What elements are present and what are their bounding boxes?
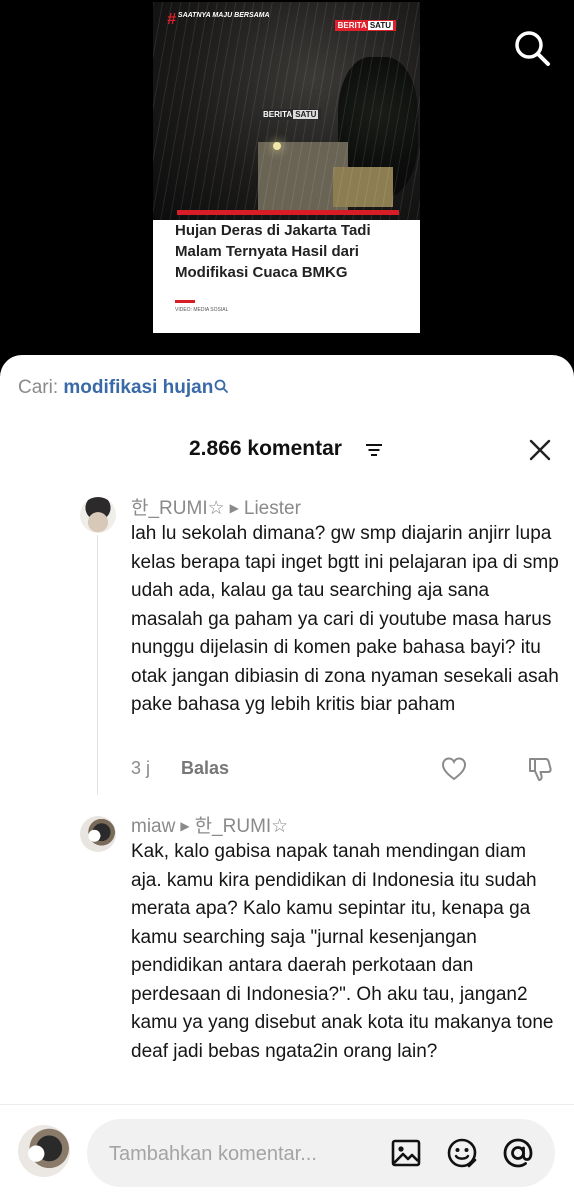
emoji-icon[interactable] [446,1137,478,1169]
search-prefix: Cari: [18,377,59,398]
avatar[interactable] [80,497,116,533]
comment-count: 2.866 komentar [189,437,342,460]
comment-meta: miaw ▶ 한_RUMI☆ [131,811,288,838]
comment-input-container[interactable] [87,1119,555,1189]
video-player[interactable]: # SAATNYA MAJU BERSAMA BERITA SATU BERITA S… [0,0,574,380]
video-source: VIDEO: MEDIA SOSIAL [175,307,229,313]
search-suggestion[interactable]: Cari: modifikasi hujan [18,377,229,399]
thread-line [97,535,98,795]
sort-filter-icon[interactable] [365,443,383,457]
sign-right: SATU [293,110,319,119]
comment-time: 3 j [131,758,151,778]
heart-icon[interactable] [441,756,467,782]
brand-left: BERITA [337,21,367,30]
comment-text: lah lu sekolah dimana? gw smp diajarin a… [131,523,559,715]
search-icon[interactable] [512,28,552,68]
thumbs-down-icon[interactable] [527,756,553,782]
comments-header: 2.866 komentar [0,437,574,467]
reply-arrow-icon: ▶ [229,501,239,515]
user-avatar [18,1125,70,1177]
campaign-logo: # SAATNYA MAJU BERSAMA [167,11,270,28]
video-frame: # SAATNYA MAJU BERSAMA BERITA SATU BERITA S… [153,2,420,220]
comments-sheet: Cari: modifikasi hujan 2.866 komentar 한_… [0,355,574,1200]
mention-icon[interactable] [502,1137,534,1169]
image-icon[interactable] [390,1137,422,1169]
reply-arrow-icon: ▶ [180,819,190,833]
comment-input[interactable] [107,1119,381,1189]
comment-meta: 한_RUMI☆ ▶ Liester [131,493,301,520]
comment-composer [0,1104,574,1201]
reply-button[interactable]: Balas [181,758,229,779]
search-icon [214,379,229,393]
search-term-link[interactable]: modifikasi hujan [63,377,213,398]
building-sign: BERITA SATU [260,109,322,120]
caption-accent [177,210,399,215]
comment-author[interactable]: miaw [131,816,175,837]
reply-to-user[interactable]: Liester [244,498,301,519]
source-accent [175,300,195,303]
comment-author[interactable]: 한_RUMI☆ [131,498,225,519]
brand-right: SATU [367,21,393,30]
campaign-tagline: SAATNYA MAJU BERSAMA [177,12,270,19]
brand-logo: BERITA SATU [334,20,396,31]
close-icon[interactable] [528,438,552,462]
reply-to-user[interactable]: 한_RUMI☆ [195,816,289,837]
sign-left: BERITA [263,110,293,119]
avatar[interactable] [80,816,116,852]
comment-text: Kak, kalo gabisa napak tanah mendingan d… [131,841,554,1062]
video-thumbnail[interactable]: # SAATNYA MAJU BERSAMA BERITA SATU BERITA S… [153,2,420,333]
video-headline: Hujan Deras di Jakarta Tadi Malam Ternya… [175,222,371,281]
